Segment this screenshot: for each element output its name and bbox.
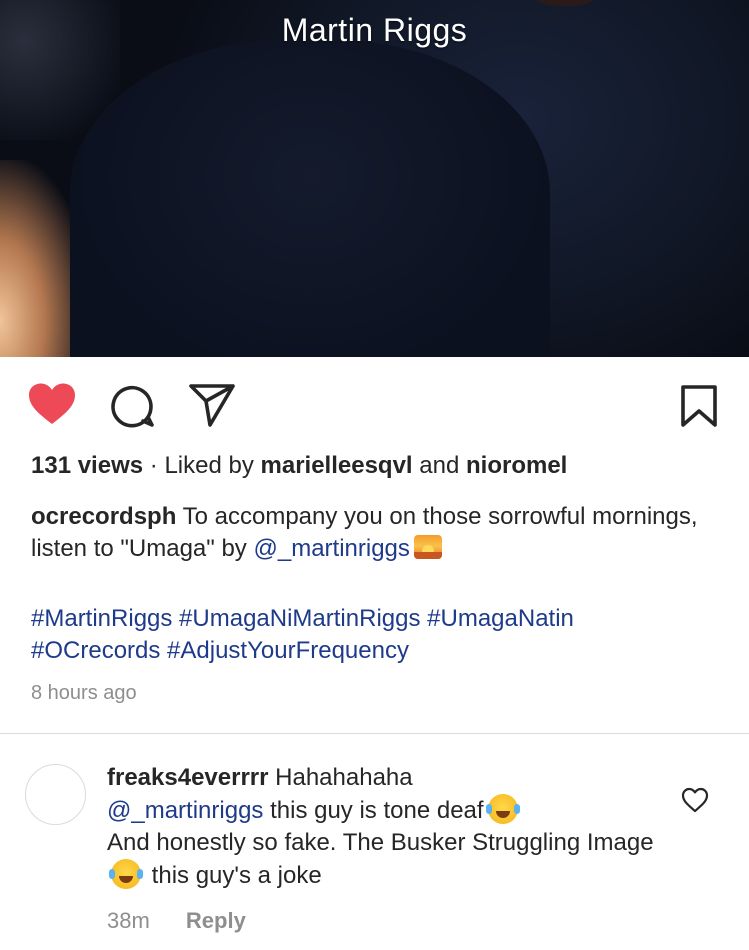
hashtags-line-1[interactable]: #MartinRiggs #UmagaNiMartinRiggs #UmagaN… xyxy=(31,603,731,635)
sunrise-emoji-icon xyxy=(413,535,442,559)
comment-text-4: this guy's a joke xyxy=(151,862,322,889)
send-icon[interactable] xyxy=(188,382,236,428)
comment-avatar[interactable] xyxy=(25,764,86,825)
comment-meta: 38m Reply xyxy=(107,908,246,934)
bookmark-icon[interactable] xyxy=(680,384,718,428)
hashtags-line-2[interactable]: #OCrecords #AdjustYourFrequency xyxy=(31,635,731,667)
comment-text-2: this guy is tone deaf xyxy=(270,797,484,824)
comment-body: freaks4everrrr Hahahahaha @_martinriggs … xyxy=(107,762,667,892)
reply-button[interactable]: Reply xyxy=(186,908,246,933)
liked-user-1[interactable]: marielleesqvl xyxy=(261,452,413,479)
comment-text-3: And honestly so fake. The Busker Struggl… xyxy=(107,829,654,856)
comments-divider xyxy=(0,733,749,734)
caption-mention[interactable]: @_martinriggs xyxy=(253,535,409,562)
liked-user-2[interactable]: nioromel xyxy=(466,452,567,479)
post-hashtags: #MartinRiggs #UmagaNiMartinRiggs #UmagaN… xyxy=(31,603,731,667)
post-username[interactable]: ocrecordsph xyxy=(31,503,176,530)
post-caption: ocrecordsph To accompany you on those so… xyxy=(31,501,721,565)
comment-icon[interactable] xyxy=(110,384,156,428)
comment-mention[interactable]: @_martinriggs xyxy=(107,797,263,824)
comment-heart-icon[interactable] xyxy=(681,787,709,813)
video-person-silhouette xyxy=(70,40,550,357)
comment-time: 38m xyxy=(107,908,150,933)
post-actions-bar xyxy=(0,357,749,447)
laughing-emoji-icon xyxy=(109,859,141,889)
comment-text-1: Hahahahaha xyxy=(275,764,413,791)
laughing-emoji-icon xyxy=(485,794,518,824)
post-timestamp: 8 hours ago xyxy=(31,682,137,704)
stats-separator: · xyxy=(149,452,158,479)
comment-username[interactable]: freaks4everrrr xyxy=(107,764,268,791)
video-caption: Martin Riggs xyxy=(281,12,468,48)
video-person-face xyxy=(520,0,610,6)
liked-by-conjunction: and xyxy=(419,452,460,479)
post-stats: 131 views · Liked by marielleesqvl and n… xyxy=(31,452,567,480)
heart-filled-icon[interactable] xyxy=(27,382,77,426)
views-count[interactable]: 131 views xyxy=(31,452,143,479)
post-video[interactable]: Martin Riggs xyxy=(0,0,749,357)
liked-by-label: Liked by xyxy=(164,452,254,479)
